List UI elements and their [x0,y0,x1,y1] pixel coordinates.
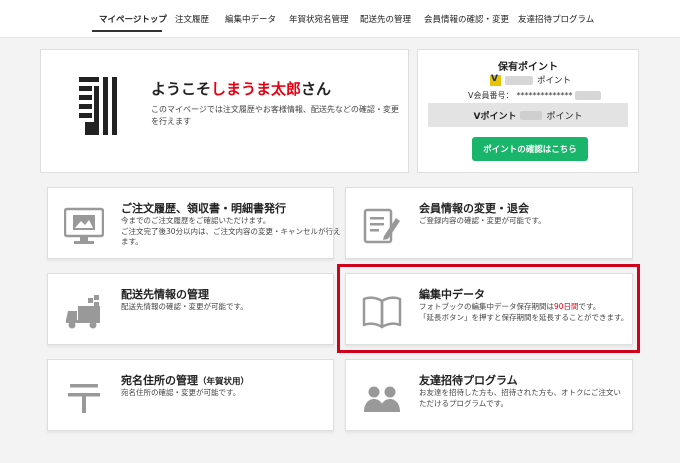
nav-editing-data[interactable]: 編集中データ [225,13,276,25]
welcome-description: このマイページでは注文履歴やお客様情報、配送先などの確認・変更を行えます [151,105,399,126]
welcome-panel: ようこそしまうま太郎さん このマイページでは注文履歴やお客様情報、配送先などの確… [40,49,409,173]
card-address-title-sub: （年賀状用） [198,377,250,387]
card-address-title-main: 宛名住所の管理 [121,374,198,387]
vpoint-logo-icon [490,74,501,86]
member-number-row: V会員番号： ************** [468,90,602,101]
top-nav: マイページトップ 注文履歴 編集中データ 年賀状宛名管理 配送先の管理 会員情報… [0,0,680,38]
card-editing-data-desc: フォトブックの編集中データ保存期間は90日間です。 「延長ボタン」を押すと保存期… [419,302,629,323]
points-title: 保有ポイント [498,62,558,73]
card-editing-data-desc-2: 「延長ボタン」を押すと保存期間を延長することができます。 [419,312,629,322]
points-panel: 保有ポイント ポイント V会員番号： ************** Vポイント … [417,49,639,173]
nav-mypage-top[interactable]: マイページトップ [99,13,167,25]
welcome-suffix: さん [301,80,332,98]
nav-member-info[interactable]: 会員情報の確認・変更 [424,13,509,25]
welcome-heading: ようこそしまうま太郎さん [151,78,331,99]
nav-active-indicator [92,30,162,32]
user-name: しまうま太郎 [211,80,302,98]
nav-shipping[interactable]: 配送先の管理 [360,13,411,25]
card-member-info-title: 会員情報の変更・退会 [419,202,529,215]
card-shipping-desc: 配送先情報の確認・変更が可能です。 [121,302,248,311]
document-edit-icon [363,208,400,244]
card-order-history-desc-1: 今までのご注文履歴をご確認いただけます。 [121,216,271,225]
card-address-management[interactable]: 宛名住所の管理（年賀状用） 宛名住所の確認・変更が可能です。 [47,359,334,431]
vpoint-value-masked [520,110,543,120]
vpoint-label: Vポイント [473,111,517,122]
vpoint-balance-box: Vポイント ポイント [428,103,628,127]
card-address-management-title: 宛名住所の管理（年賀状用） [121,372,249,388]
member-number-label: V会員番号： [468,91,514,100]
points-unit: ポイント [537,76,572,86]
card-invite-program[interactable]: 友達招待プログラム お友達を招待した方も、招待された方も、オトクにご注文いただけ… [345,359,633,431]
users-icon [364,386,400,412]
postal-mark-icon [68,384,100,413]
shimauma-logo-icon [79,77,117,135]
retention-days: 90日間 [554,302,579,311]
retention-suffix: です。 [578,302,601,311]
member-number-blur [575,91,602,100]
member-number-masked: ************** [516,91,573,100]
card-order-history-desc: 今までのご注文履歴をご確認いただけます。 ご注文完了後30分以内は、ご注文内容の… [121,216,341,248]
card-invite-program-title: 友達招待プログラム [419,374,518,387]
open-book-icon [362,296,402,329]
welcome-prefix: ようこそ [151,80,212,98]
card-invite-program-desc: お友達を招待した方も、招待された方も、オトクにご注文いただけるプログラムです。 [419,388,621,408]
card-editing-data-desc-1: フォトブックの編集中データ保存期間は90日間です。 [419,302,629,313]
card-editing-data[interactable]: 編集中データ フォトブックの編集中データ保存期間は90日間です。 「延長ボタン」… [345,273,633,345]
card-order-history-title: ご注文履歴、領収書・明細書発行 [121,202,286,215]
delivery-truck-icon [66,295,100,329]
retention-text: フォトブックの編集中データ保存期間は [419,302,554,311]
points-balance-row: ポイント [490,74,571,86]
monitor-image-icon [64,207,104,244]
vpoint-unit: ポイント [546,111,583,122]
card-member-info[interactable]: 会員情報の変更・退会 ご登録内容の確認・変更が可能です。 [345,187,633,259]
card-member-info-desc: ご登録内容の確認・変更が可能です。 [419,216,546,225]
card-address-management-desc: 宛名住所の確認・変更が可能です。 [121,388,241,397]
nav-order-history[interactable]: 注文履歴 [175,13,209,25]
check-points-button[interactable]: ポイントの確認はこちら [472,137,588,161]
card-order-history-desc-2: ご注文完了後30分以内は、ご注文内容の変更・キャンセルが行えます。 [121,226,341,247]
card-editing-data-title: 編集中データ [419,288,485,301]
points-balance-masked [505,75,533,85]
nav-newyear-address[interactable]: 年賀状宛名管理 [289,13,349,25]
nav-invite-program[interactable]: 友達招待プログラム [518,13,594,25]
card-shipping[interactable]: 配送先情報の管理 配送先情報の確認・変更が可能です。 [47,273,334,345]
card-order-history[interactable]: ご注文履歴、領収書・明細書発行 今までのご注文履歴をご確認いただけます。 ご注文… [47,187,341,259]
card-shipping-title: 配送先情報の管理 [121,288,209,301]
